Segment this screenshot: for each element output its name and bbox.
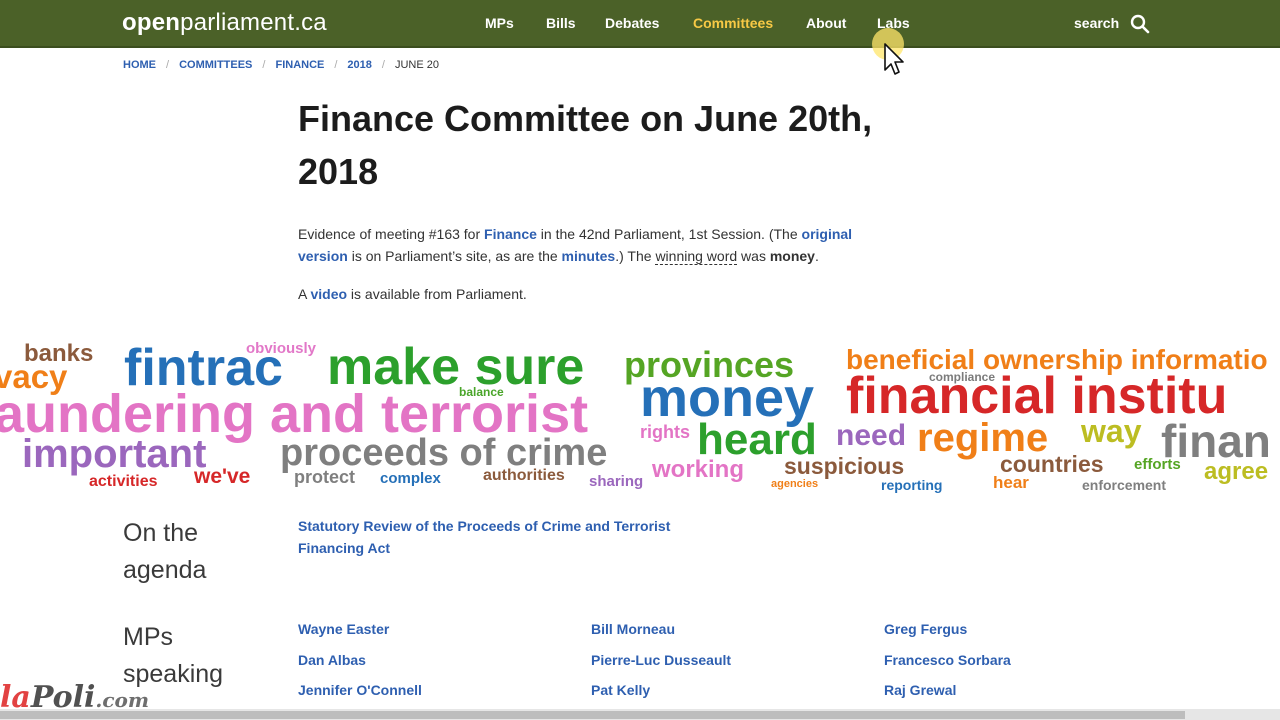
winning-word: money bbox=[769, 248, 815, 264]
breadcrumb-finance[interactable]: FINANCE bbox=[275, 59, 324, 71]
mp-link[interactable]: Wayne Easter bbox=[298, 621, 389, 637]
mp-link[interactable]: Pierre-Luc Dusseault bbox=[591, 652, 731, 668]
video-text: A bbox=[298, 286, 311, 302]
evidence-paragraph: Evidence of meeting #163 for Finance in … bbox=[298, 223, 898, 267]
cloud-word: complex bbox=[380, 470, 441, 487]
watermark-logo: laPoli.com bbox=[0, 680, 149, 715]
evidence-text: was bbox=[737, 248, 770, 264]
watermark-red-text: la bbox=[0, 680, 31, 715]
mp-link[interactable]: Dan Albas bbox=[298, 652, 366, 668]
cloud-word: balance bbox=[459, 385, 504, 399]
cloud-word: activities bbox=[89, 473, 158, 490]
video-link[interactable]: video bbox=[310, 286, 347, 302]
site-logo[interactable]: openparliament.ca bbox=[122, 9, 327, 37]
breadcrumb-2018[interactable]: 2018 bbox=[347, 59, 371, 71]
cloud-word: sharing bbox=[589, 473, 644, 490]
nav-mps[interactable]: MPs bbox=[485, 15, 514, 31]
breadcrumb-separator: / bbox=[166, 59, 170, 71]
watermark-dark-text: Poli bbox=[30, 680, 96, 715]
cloud-word: need bbox=[836, 419, 907, 452]
breadcrumb-committees[interactable]: COMMITTEES bbox=[179, 59, 252, 71]
breadcrumb-current: JUNE 20 bbox=[394, 59, 439, 71]
agenda-item-link[interactable]: Statutory Review of the Proceeds of Crim… bbox=[298, 515, 718, 559]
breadcrumb-home[interactable]: HOME bbox=[123, 59, 156, 71]
finance-link[interactable]: Finance bbox=[484, 226, 537, 242]
cloud-word: agree bbox=[1204, 458, 1269, 485]
evidence-text: is on Parliament’s site, as are the bbox=[347, 248, 562, 264]
horizontal-scrollbar-thumb[interactable] bbox=[0, 711, 1185, 719]
nav-committees[interactable]: Committees bbox=[693, 15, 773, 31]
mouse-cursor-icon bbox=[872, 28, 904, 75]
cloud-word: working bbox=[652, 456, 745, 483]
cloud-word: hear bbox=[993, 473, 1029, 492]
nav-about[interactable]: About bbox=[806, 15, 846, 31]
evidence-text: Evidence of meeting #163 for bbox=[298, 226, 485, 242]
mp-link[interactable]: Bill Morneau bbox=[591, 621, 675, 637]
mp-link[interactable]: Pat Kelly bbox=[591, 682, 650, 698]
mp-link[interactable]: Francesco Sorbara bbox=[884, 652, 1011, 668]
cloud-word: we've bbox=[194, 465, 251, 488]
winning-word-label[interactable]: winning word bbox=[655, 248, 738, 265]
breadcrumb: HOME / COMMITTEES / FINANCE / 2018 / JUNE 20 bbox=[123, 59, 439, 71]
logo-bold-text: open bbox=[122, 9, 181, 36]
nav-search-label[interactable]: search bbox=[1074, 15, 1119, 31]
cloud-word: protect bbox=[294, 467, 356, 487]
video-paragraph: A video is available from Parliament. bbox=[298, 283, 898, 305]
on-the-agenda-heading: On the agenda bbox=[123, 519, 207, 584]
page-title: Finance Committee on June 20th, 2018 bbox=[298, 98, 873, 192]
evidence-text: in the 42nd Parliament, 1st Session. (Th… bbox=[536, 226, 802, 242]
minutes-link[interactable]: minutes bbox=[562, 248, 616, 264]
breadcrumb-separator: / bbox=[381, 59, 385, 71]
video-text: is available from Parliament. bbox=[347, 286, 527, 302]
cloud-word: rights bbox=[640, 422, 691, 442]
breadcrumb-separator: / bbox=[262, 59, 266, 71]
mp-link[interactable]: Jennifer O'Connell bbox=[298, 682, 422, 698]
cloud-word: important bbox=[22, 432, 207, 476]
cloud-word: enforcement bbox=[1082, 477, 1167, 493]
word-cloud: banks vacy obviously fintrac make sure p… bbox=[0, 336, 1280, 496]
nav-debates[interactable]: Debates bbox=[605, 15, 659, 31]
breadcrumb-separator: / bbox=[334, 59, 338, 71]
top-navigation-bar: openparliament.ca MPs Bills Debates Comm… bbox=[0, 0, 1280, 48]
mp-link[interactable]: Raj Grewal bbox=[884, 682, 956, 698]
search-icon[interactable] bbox=[1130, 14, 1150, 34]
nav-bills[interactable]: Bills bbox=[546, 15, 576, 31]
evidence-text: . bbox=[814, 248, 819, 264]
cloud-word: efforts bbox=[1134, 456, 1181, 473]
cloud-word: reporting bbox=[881, 477, 943, 493]
cloud-word: agencies bbox=[771, 478, 819, 490]
logo-thin-text: parliament.ca bbox=[180, 9, 327, 36]
watermark-small-text: .com bbox=[95, 688, 150, 712]
cloud-word: authorities bbox=[483, 467, 565, 484]
cloud-word: suspicious bbox=[784, 453, 905, 479]
cloud-word: way bbox=[1081, 413, 1142, 449]
mp-link[interactable]: Greg Fergus bbox=[884, 621, 967, 637]
evidence-text: .) The bbox=[615, 248, 656, 264]
